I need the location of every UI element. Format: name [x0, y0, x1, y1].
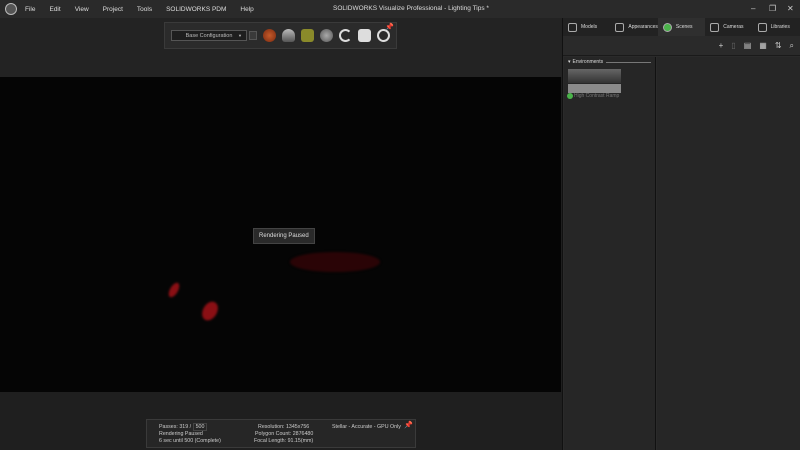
passes-label: Passes: 319 /	[159, 424, 192, 430]
menu-view[interactable]: View	[75, 6, 89, 13]
pin-icon[interactable]: 📌	[404, 421, 413, 429]
turntable-icon[interactable]	[282, 29, 295, 42]
configuration-options-button[interactable]	[249, 31, 257, 40]
environment-item[interactable]: High Contrast Ramp	[564, 69, 655, 99]
menu-project[interactable]: Project	[103, 6, 123, 13]
section-label: Environments	[572, 59, 604, 65]
rendering-paused-overlay: Rendering Paused	[253, 228, 315, 244]
tab-models[interactable]: Models	[563, 18, 610, 36]
close-icon[interactable]: ✕	[787, 4, 794, 13]
active-check-icon	[567, 93, 573, 99]
sort-icon[interactable]: ⇅	[775, 41, 782, 50]
restore-icon[interactable]: ❐	[769, 4, 776, 13]
appearance-sphere-icon[interactable]	[263, 29, 276, 42]
camera-icon	[710, 22, 720, 32]
environment-thumbnail	[568, 69, 621, 83]
tab-label: Models	[581, 24, 598, 30]
render-output-icon[interactable]	[358, 29, 371, 42]
appearances-icon	[615, 22, 625, 32]
libraries-icon	[757, 22, 767, 32]
menu-pdm[interactable]: SOLIDWORKS PDM	[166, 6, 226, 13]
focal-length: Focal Length: 91.15(mm)	[254, 438, 314, 444]
box-icon[interactable]	[301, 29, 314, 42]
render-state: Rendering Paused	[159, 431, 203, 437]
render-highlight	[198, 298, 222, 324]
configuration-label: Base Configuration	[185, 32, 233, 39]
tab-scenes[interactable]: Scenes	[657, 18, 706, 36]
palette-panel: Models Appearances Scenes Cameras Librar…	[562, 18, 800, 450]
tab-label: Scenes	[675, 24, 693, 30]
chevron-down-icon: ▼	[238, 33, 242, 38]
polygon-count: Polygon Count: 2876480	[255, 431, 314, 437]
camera-node-icon[interactable]	[320, 29, 333, 42]
window-title: SOLIDWORKS Visualize Professional - Ligh…	[333, 5, 489, 12]
panel-actions: + ▯ ▤ ▦ ⇅ ⌕	[563, 36, 800, 56]
tab-label: Cameras	[723, 24, 744, 30]
menu-tools[interactable]: Tools	[137, 6, 152, 13]
tab-label: Appearances	[628, 24, 658, 30]
palette-tabs: Models Appearances Scenes Cameras Librar…	[563, 18, 800, 36]
cube-icon	[568, 22, 577, 32]
list-view-icon[interactable]: ▤	[744, 41, 752, 50]
render-eta: 6 sec until 500 (Complete)	[159, 438, 221, 444]
tab-cameras[interactable]: Cameras	[705, 18, 752, 36]
app-logo-icon	[5, 3, 17, 15]
render-viewport[interactable]: Rendering Paused	[0, 77, 561, 392]
render-status-panel: Passes: 319 / 500 Rendering Paused 6 sec…	[146, 419, 416, 448]
passes-target-input[interactable]: 500	[192, 423, 208, 431]
main-toolbar: Base Configuration ▼ 📌	[164, 22, 397, 49]
menu-file[interactable]: File	[25, 6, 35, 13]
menu-bar: File Edit View Project Tools SOLIDWORKS …	[25, 6, 268, 13]
render-highlight	[166, 281, 182, 299]
search-icon[interactable]: ⌕	[790, 41, 794, 51]
scenes-icon	[662, 22, 672, 32]
tab-appearances[interactable]: Appearances	[610, 18, 658, 36]
tab-libraries[interactable]: Libraries	[753, 18, 800, 36]
scene-properties	[657, 57, 800, 450]
new-file-icon[interactable]: ▯	[731, 41, 735, 50]
resolution: Resolution: 1345x756	[258, 424, 310, 430]
minimize-icon[interactable]: –	[751, 4, 755, 13]
scene-tree: ▾ Environments High Contrast Ramp	[564, 57, 656, 450]
menu-help[interactable]: Help	[240, 6, 253, 13]
render-shadow	[290, 252, 380, 272]
add-icon[interactable]: +	[719, 41, 724, 50]
configuration-select[interactable]: Base Configuration ▼	[171, 30, 247, 41]
environment-name: High Contrast Ramp	[574, 93, 620, 99]
environment-thumbnail-strip	[568, 84, 621, 93]
tab-label: Libraries	[770, 24, 790, 30]
grid-view-icon[interactable]: ▦	[759, 41, 767, 50]
passes: Passes: 319 / 500	[159, 423, 208, 431]
render-mode: Stellar - Accurate - GPU Only	[332, 424, 401, 430]
pin-icon[interactable]: 📌	[385, 23, 394, 31]
environments-header[interactable]: ▾ Environments	[568, 59, 651, 65]
menu-edit[interactable]: Edit	[49, 6, 60, 13]
refresh-icon[interactable]	[339, 29, 352, 42]
title-bar: File Edit View Project Tools SOLIDWORKS …	[0, 0, 800, 18]
